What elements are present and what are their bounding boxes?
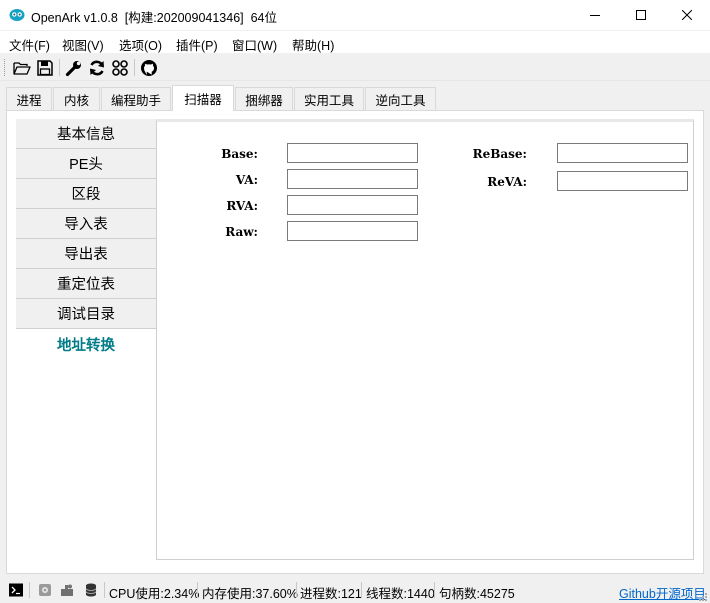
thread-count: 线程数:1440 — [366, 587, 435, 601]
raw-label: Raw: — [225, 225, 258, 239]
save-icon[interactable] — [35, 58, 55, 78]
va-label: VA: — [235, 173, 258, 187]
github-icon[interactable] — [139, 58, 159, 78]
toolbar-separator — [134, 59, 135, 76]
menu-window[interactable]: 窗口(W) — [232, 35, 277, 54]
github-project-link[interactable]: Github开源项目 — [619, 583, 706, 602]
status-separator — [104, 582, 105, 598]
menu-file[interactable]: 文件(F) — [9, 35, 50, 54]
status-separator — [361, 582, 362, 598]
toolbar-grip — [4, 59, 7, 76]
tab-utilities[interactable]: 实用工具 — [294, 87, 364, 110]
tab-process[interactable]: 进程 — [6, 87, 52, 110]
resize-grip-icon[interactable] — [698, 591, 708, 601]
maximize-button[interactable] — [618, 0, 664, 30]
menu-view[interactable]: 视图(V) — [62, 35, 104, 54]
status-separator — [29, 582, 30, 598]
title-bar: OpenArk v1.0.8 [构建:202009041346] 64位 — [0, 0, 710, 30]
sidebar-item-debug-directory[interactable]: 调试目录 — [16, 299, 156, 329]
base-label: Base: — [221, 147, 258, 161]
menu-help[interactable]: 帮助(H) — [292, 35, 334, 54]
sidebar-item-export-table[interactable]: 导出表 — [16, 239, 156, 269]
settings-gear-icon[interactable] — [38, 583, 52, 597]
tab-reverse-tools[interactable]: 逆向工具 — [365, 87, 436, 110]
rva-input[interactable] — [287, 195, 418, 215]
cpu-usage: CPU使用:2.34% — [109, 587, 200, 601]
sidebar-item-import-table[interactable]: 导入表 — [16, 209, 156, 239]
close-button[interactable] — [664, 0, 710, 30]
open-folder-icon[interactable] — [12, 58, 32, 78]
status-separator — [296, 582, 297, 598]
plugin-icon[interactable] — [60, 583, 74, 597]
reva-label: ReVA: — [487, 175, 527, 189]
sidebar-item-relocation-table[interactable]: 重定位表 — [16, 269, 156, 299]
database-icon[interactable] — [84, 583, 98, 597]
tab-coder-kit[interactable]: 编程助手 — [101, 87, 171, 110]
status-separator — [197, 582, 198, 598]
tab-scanner[interactable]: 扫描器 — [172, 85, 234, 111]
menu-bar: 文件(F) 视图(V) 选项(O) 插件(P) 窗口(W) 帮助(H) — [0, 31, 710, 53]
rebase-input[interactable] — [557, 143, 688, 163]
console-icon[interactable] — [9, 583, 23, 597]
raw-input[interactable] — [287, 221, 418, 241]
status-separator — [434, 582, 435, 598]
wrench-icon[interactable] — [64, 58, 84, 78]
va-input[interactable] — [287, 169, 418, 189]
handle-count: 句柄数:45275 — [439, 587, 515, 601]
process-count: 进程数:121 — [300, 587, 362, 601]
memory-usage: 内存使用:37.60% — [202, 587, 298, 601]
toolbar-separator — [59, 59, 60, 76]
menu-options[interactable]: 选项(O) — [119, 35, 162, 54]
grid-icon[interactable] — [110, 58, 130, 78]
tab-kernel[interactable]: 内核 — [53, 87, 100, 110]
status-bar: CPU使用:2.34% 内存使用:37.60% 进程数:121 线程数:1440… — [0, 577, 710, 603]
menu-plugins[interactable]: 插件(P) — [176, 35, 218, 54]
scanner-sidebar: 基本信息 PE头 区段 导入表 导出表 重定位表 调试目录 地址转换 — [16, 119, 156, 569]
minimize-button[interactable] — [572, 0, 618, 30]
rebase-label: ReBase: — [472, 147, 527, 161]
rva-label: RVA: — [226, 199, 258, 213]
base-input[interactable] — [287, 143, 418, 163]
sidebar-item-address-conversion[interactable]: 地址转换 — [16, 329, 156, 359]
window-title: OpenArk v1.0.8 [构建:202009041346] 64位 — [31, 11, 277, 25]
refresh-icon[interactable] — [87, 58, 107, 78]
reva-input[interactable] — [557, 171, 688, 191]
sidebar-item-sections[interactable]: 区段 — [16, 179, 156, 209]
openark-logo-icon — [9, 8, 25, 22]
sidebar-item-basic-info[interactable]: 基本信息 — [16, 119, 156, 149]
sidebar-item-pe-header[interactable]: PE头 — [16, 149, 156, 179]
tab-bundler[interactable]: 捆绑器 — [235, 87, 293, 110]
toolbar — [0, 54, 710, 81]
